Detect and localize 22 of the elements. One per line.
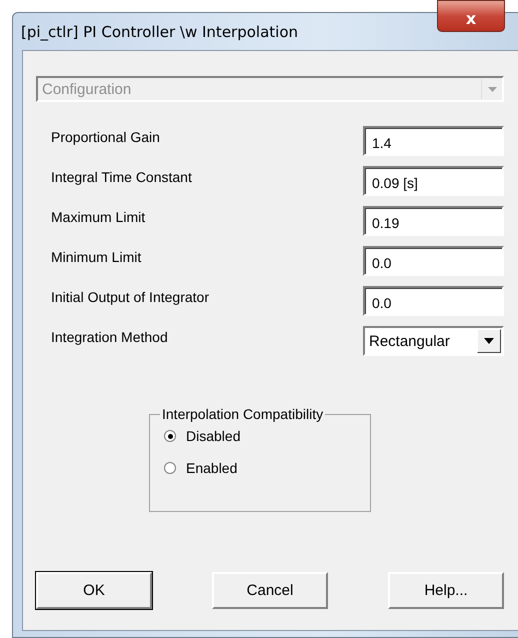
radio-option[interactable]: Disabled	[164, 428, 370, 444]
dialog-button[interactable]: Cancel	[212, 572, 328, 609]
input-field[interactable]: 0.0	[363, 286, 504, 316]
group-title: Interpolation Compatibility	[161, 406, 324, 422]
dialog-button[interactable]: Help...	[388, 572, 504, 609]
parameter-label: Minimum Limit	[51, 248, 142, 265]
dialog-button[interactable]: OK	[36, 572, 152, 609]
parameter-label: Integration Method	[51, 328, 168, 345]
radio-button[interactable]	[164, 430, 176, 442]
input-field[interactable]: 0.19	[363, 206, 504, 236]
parameter-label: Initial Output of Integrator	[51, 288, 209, 305]
radio-option[interactable]: Enabled	[164, 460, 370, 476]
parameter-label: Integral Time Constant	[51, 168, 192, 185]
input-field[interactable]: 1.4	[363, 126, 504, 156]
input-field[interactable]: 0.0	[363, 246, 504, 276]
parameter-label: Maximum Limit	[51, 208, 146, 225]
radio-button[interactable]	[164, 462, 176, 474]
input-field[interactable]: 0.09 [s]	[363, 166, 504, 196]
parameter-label: Proportional Gain	[51, 128, 160, 145]
method-dropdown[interactable]: Rectangular	[363, 326, 504, 356]
close-button[interactable]: x	[437, 0, 505, 32]
window-title: [pi_ctlr] PI Controller \w Interpolation	[21, 22, 298, 40]
